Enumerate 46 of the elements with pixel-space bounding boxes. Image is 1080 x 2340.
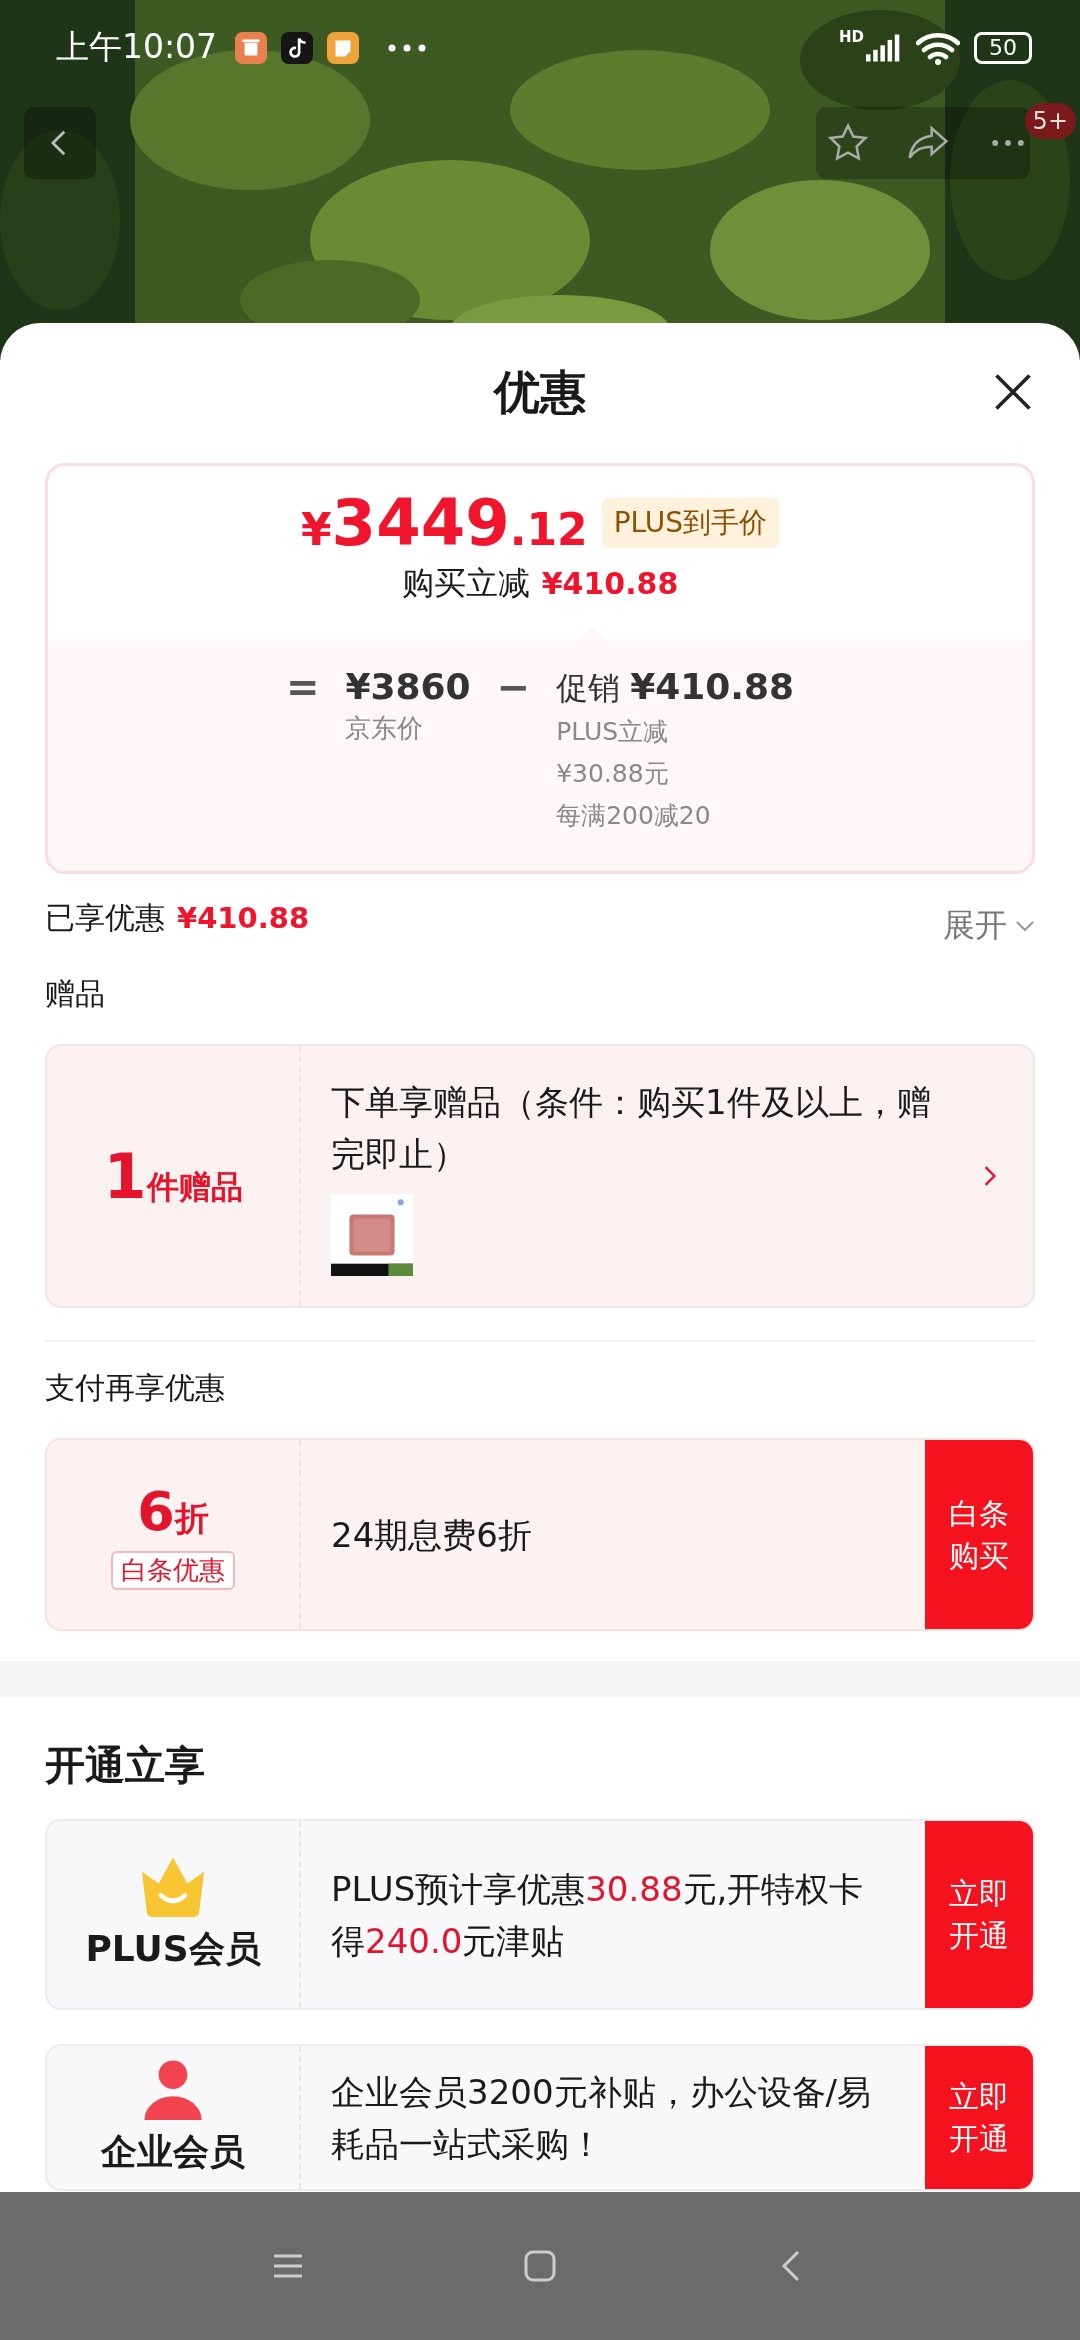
gift-card[interactable]: 1件赠品 下单享赠品（条件：购买1件及以上，赠完即止） [45,1044,1035,1308]
membership-name: 企业会员 [101,2130,245,2174]
gift-description: 下单享赠品（条件：购买1件及以上，赠完即止） [331,1081,932,1176]
activate-button[interactable]: 立即开通 [925,2046,1033,2189]
section-heading: 赠品 [45,975,105,1013]
membership-name: PLUS会员 [85,1927,261,1971]
note-icon [327,31,360,64]
promo-detail: 每满200减20 [556,800,712,832]
back-button[interactable] [24,107,96,179]
network-label: HD [839,28,864,46]
final-price: ¥3449.12 [300,486,588,560]
promo-detail: PLUS立减 [556,716,670,748]
offer-tag: 白条优惠 [111,1550,235,1590]
saving-amount: ¥410.88 [541,566,679,601]
price-tag: PLUS到手价 [601,498,780,548]
base-price: ¥3860 [345,665,471,709]
buy-button[interactable]: 白条购买 [925,1440,1033,1629]
signal-icon [866,32,902,63]
offer-text: 24期息费6折 [331,1513,532,1557]
promo-label: 促销 [556,668,621,709]
music-note-icon [281,31,314,64]
enjoyed-amount: ¥410.88 [177,901,310,935]
minus-sign: − [496,663,531,712]
saving-label: 购买立减 [401,563,530,604]
battery-indicator: 50 [974,31,1032,64]
equals-sign: = [285,663,320,712]
discount-value: 6折 [137,1479,209,1543]
chevron-down-icon [1015,920,1035,932]
sheet-title: 优惠 [494,364,586,421]
section-heading: 支付再享优惠 [45,1369,225,1407]
membership-text: PLUS预计享优惠30.88元,开特权卡得240.0元津贴 [331,1867,865,1963]
more-icon [387,42,428,53]
promo-detail: ¥30.88元 [556,758,670,790]
membership-text: 企业会员3200元补贴，办公设备/易耗品一站式采购！ [331,2070,872,2166]
trash-icon [235,31,268,64]
chevron-right-icon [983,1165,997,1187]
enjoyed-label: 已享优惠 [45,898,165,937]
promo-amount: ¥410.88 [630,665,795,709]
expand-button[interactable]: 展开 [943,904,1035,948]
section-heading: 开通立享 [45,1741,205,1790]
status-time: 上午10:07 [56,26,218,68]
home-icon[interactable] [524,2250,556,2282]
base-price-label: 京东价 [345,712,425,745]
activate-button[interactable]: 立即开通 [925,1821,1033,2008]
gift-count: 1件赠品 [103,1139,243,1213]
wifi-icon [916,30,960,65]
